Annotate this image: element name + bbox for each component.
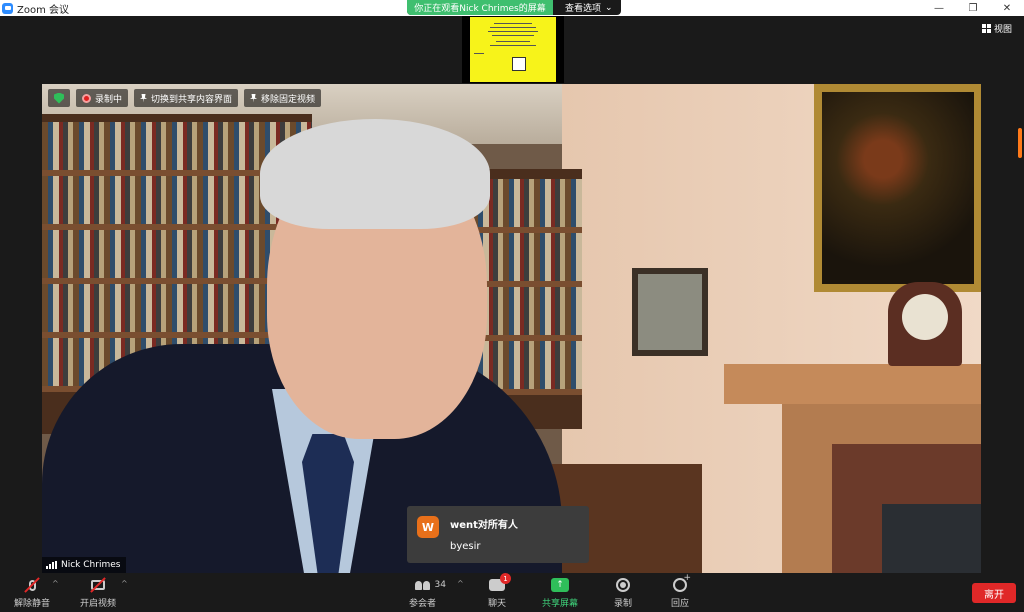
reactions-label: 回应 [671,599,690,609]
participants-count: 34 [434,580,446,590]
scroll-indicator[interactable] [1018,128,1022,158]
chat-badge: 1 [500,573,511,584]
view-button[interactable]: 视图 [981,22,1012,35]
participants-button[interactable]: 34 参会者 [409,577,446,609]
security-badge[interactable] [48,89,70,107]
smiley-icon [673,573,691,592]
video-options-caret[interactable]: ^ [121,579,128,588]
record-icon [616,578,630,592]
participant-name: Nick Chrimes [61,560,121,570]
view-options-button[interactable]: 查看选项 ⌄ [553,0,613,15]
wall-painting [814,84,981,292]
shared-screen-preview [470,17,556,82]
leave-button[interactable]: 离开 [972,583,1016,603]
meeting-toolbar: 解除静音 ^ 开启视频 ^ 34 参会者 ^ 1 聊天 ↑ 共享屏幕 录制 回应 [0,573,1024,612]
participant-name-tag: Nick Chrimes [42,557,127,573]
unpin-video-label: 移除固定视频 [261,94,316,105]
share-screen-label: 共享屏幕 [542,599,579,609]
record-button[interactable]: 录制 [614,577,632,609]
close-button[interactable]: ✕ [990,0,1024,16]
switch-to-share-label: 切换到共享内容界面 [151,94,233,105]
window-title: Zoom 会议 [17,4,70,16]
chat-message: byesir [450,541,481,552]
zoom-logo-icon [2,2,13,14]
shield-icon [54,92,64,104]
share-screen-icon: ↑ [551,578,569,592]
video-overlay-bar: 录制中 切换到共享内容界面 移除固定视频 [48,89,322,107]
sender-avatar: W [417,516,439,538]
framed-picture [632,268,708,356]
chat-sender: went对所有人 [450,520,518,531]
recording-icon [82,93,91,103]
participants-options-caret[interactable]: ^ [457,579,464,588]
start-video-button[interactable]: 开启视频 [80,577,116,609]
chat-notification[interactable]: W went对所有人 byesir [407,506,589,563]
recording-indicator[interactable]: 录制中 [76,89,129,107]
start-video-label: 开启视频 [80,599,117,609]
mantel-clock [888,282,962,366]
record-label: 录制 [614,599,633,609]
reactions-button[interactable]: 回应 [671,573,691,609]
recording-label: 录制中 [95,94,123,105]
pin-icon [250,93,258,103]
participants-label: 参会者 [409,599,437,609]
grid-icon [981,24,991,33]
window-controls: — ❐ ✕ [922,0,1024,16]
unpin-video-button[interactable]: 移除固定视频 [244,89,322,107]
chevron-down-icon: ⌄ [605,2,613,13]
signal-icon [46,561,57,569]
unmute-button[interactable]: 解除静音 [14,577,50,609]
mantel [724,364,981,404]
audio-options-caret[interactable]: ^ [52,579,59,588]
pin-icon [140,93,148,103]
minimize-button[interactable]: — [922,0,956,16]
switch-to-share-button[interactable]: 切换到共享内容界面 [134,89,239,107]
unmute-label: 解除静音 [14,599,51,609]
maximize-button[interactable]: ❐ [956,0,990,16]
speaker-video: 录制中 切换到共享内容界面 移除固定视频 Nick Chrimes [42,84,981,573]
chat-label: 聊天 [488,599,507,609]
shared-screen-thumbnail[interactable] [462,16,564,83]
preview-image [512,57,526,71]
share-screen-button[interactable]: ↑ 共享屏幕 [542,577,578,609]
chat-button[interactable]: 1 聊天 [488,573,511,609]
participants-icon [415,580,430,590]
share-status-text: 你正在观看Nick Chrimes的屏幕 [407,0,553,15]
view-options-label: 查看选项 [565,4,602,14]
view-label: 视图 [993,25,1012,35]
screen-share-banner: 你正在观看Nick Chrimes的屏幕 查看选项 ⌄ [407,0,621,15]
